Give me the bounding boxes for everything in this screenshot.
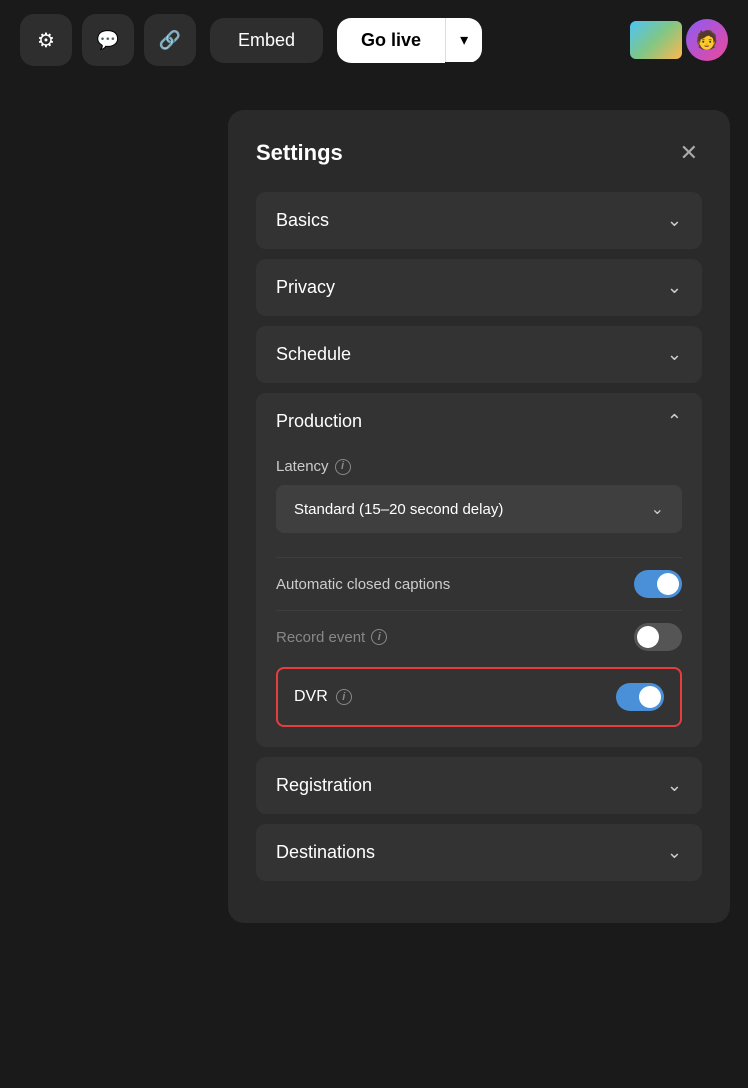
chevron-up-icon: ⌃ [667, 411, 682, 432]
go-live-group: Go live ▾ [337, 18, 482, 63]
schedule-accordion-header[interactable]: Schedule ⌄ [256, 326, 702, 383]
destinations-label: Destinations [276, 842, 375, 863]
auto-captions-row: Automatic closed captions [276, 557, 682, 610]
chevron-down-icon: ▾ [460, 32, 468, 49]
dvr-info-icon[interactable]: i [336, 689, 352, 705]
embed-button[interactable]: Embed [210, 18, 323, 63]
basics-section: Basics ⌄ [256, 192, 702, 249]
avatar[interactable]: 🧑 [686, 19, 728, 61]
settings-panel: Settings ✕ Basics ⌄ Privacy ⌄ Schedule ⌄… [228, 110, 730, 923]
schedule-label: Schedule [276, 344, 351, 365]
basics-label: Basics [276, 210, 329, 231]
registration-label: Registration [276, 775, 372, 796]
stream-thumbnail [630, 21, 682, 59]
gear-icon: ⚙ [37, 28, 55, 53]
latency-value: Standard (15–20 second delay) [294, 501, 503, 518]
chevron-down-icon: ⌄ [667, 344, 682, 365]
privacy-section: Privacy ⌄ [256, 259, 702, 316]
destinations-section: Destinations ⌄ [256, 824, 702, 881]
registration-section: Registration ⌄ [256, 757, 702, 814]
registration-accordion-header[interactable]: Registration ⌄ [256, 757, 702, 814]
privacy-label: Privacy [276, 277, 335, 298]
record-event-label: Record event i [276, 629, 387, 646]
schedule-section: Schedule ⌄ [256, 326, 702, 383]
production-label: Production [276, 411, 362, 432]
record-event-row: Record event i [276, 610, 682, 663]
avatar-icon: 🧑 [696, 30, 718, 51]
link-icon: 🔗 [159, 30, 181, 51]
avatar-group: 🧑 [630, 19, 728, 61]
latency-info-icon[interactable]: i [335, 459, 351, 475]
chevron-down-icon: ⌄ [667, 842, 682, 863]
privacy-accordion-header[interactable]: Privacy ⌄ [256, 259, 702, 316]
production-body: Latency i Standard (15–20 second delay) … [256, 450, 702, 747]
go-live-button[interactable]: Go live [337, 18, 445, 63]
dvr-toggle[interactable] [616, 683, 664, 711]
topbar: ⚙ 💬 🔗 Embed Go live ▾ 🧑 [0, 0, 748, 80]
toggle-knob [639, 686, 661, 708]
record-event-toggle[interactable] [634, 623, 682, 651]
basics-accordion-header[interactable]: Basics ⌄ [256, 192, 702, 249]
link-button[interactable]: 🔗 [144, 14, 196, 66]
comment-icon: 💬 [97, 30, 119, 51]
dvr-row: DVR i [276, 667, 682, 727]
latency-label: Latency i [276, 458, 682, 475]
close-button[interactable]: ✕ [676, 138, 702, 168]
destinations-accordion-header[interactable]: Destinations ⌄ [256, 824, 702, 881]
production-accordion-header[interactable]: Production ⌃ [256, 393, 702, 450]
latency-text: Latency [276, 458, 329, 475]
auto-captions-label: Automatic closed captions [276, 576, 450, 593]
chevron-down-icon: ⌄ [667, 277, 682, 298]
chevron-down-icon: ⌄ [667, 210, 682, 231]
latency-dropdown[interactable]: Standard (15–20 second delay) ⌄ [276, 485, 682, 533]
record-event-info-icon[interactable]: i [371, 629, 387, 645]
gear-button[interactable]: ⚙ [20, 14, 72, 66]
chevron-down-icon: ⌄ [667, 775, 682, 796]
toggle-knob [657, 573, 679, 595]
production-section: Production ⌃ Latency i Standard (15–20 s… [256, 393, 702, 747]
settings-title: Settings [256, 140, 343, 166]
chevron-down-icon: ⌄ [651, 499, 664, 519]
settings-header: Settings ✕ [256, 138, 702, 168]
go-live-dropdown-button[interactable]: ▾ [445, 18, 482, 62]
auto-captions-toggle[interactable] [634, 570, 682, 598]
comment-button[interactable]: 💬 [82, 14, 134, 66]
dvr-label: DVR i [294, 688, 352, 706]
toggle-knob [637, 626, 659, 648]
